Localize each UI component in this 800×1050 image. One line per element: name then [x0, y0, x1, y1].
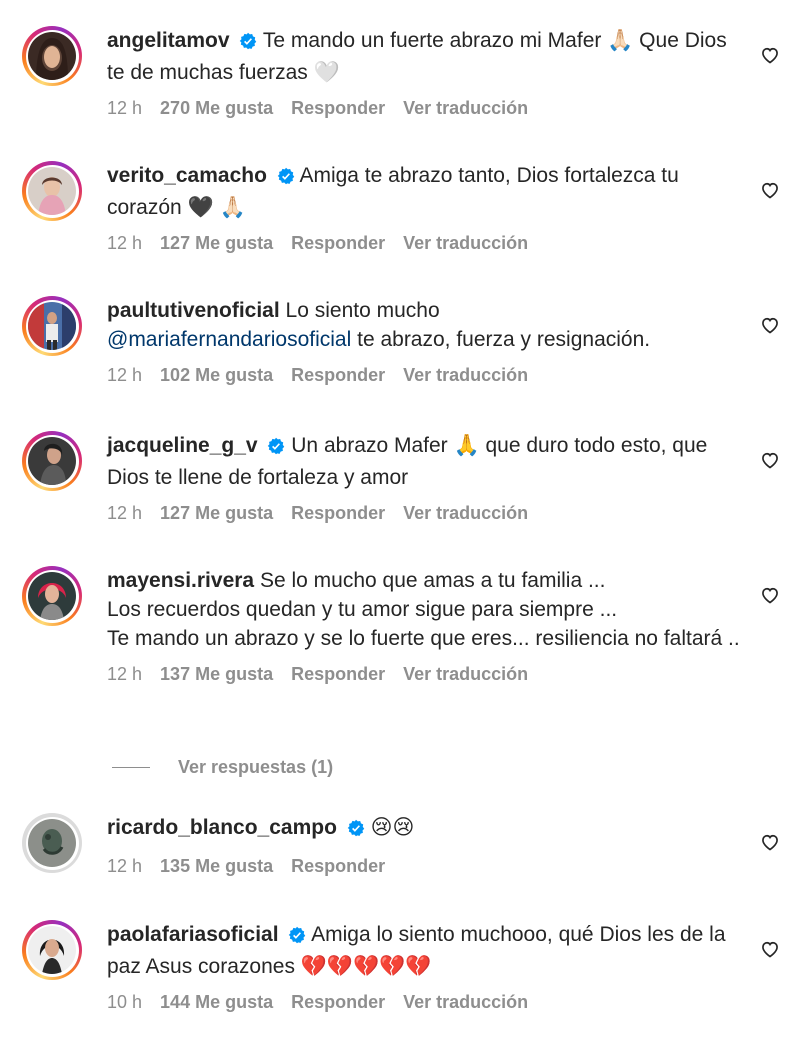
- reply-button[interactable]: Responder: [291, 664, 385, 684]
- avatar: [28, 926, 76, 974]
- avatar: [28, 32, 76, 80]
- comment-text: Te mando un abrazo y se lo fuerte que er…: [107, 627, 740, 650]
- comment-meta: 12 h 270 Me gusta Responder Ver traducción: [107, 97, 747, 119]
- comment-meta: 12 h 127 Me gusta Responder Ver traducción: [107, 232, 747, 254]
- comment-text: te abrazo, fuerza y resignación.: [357, 328, 651, 351]
- heart-outline-icon[interactable]: [760, 315, 780, 335]
- avatar: [28, 572, 76, 620]
- comment-time: 12 h: [107, 856, 143, 876]
- likes-count[interactable]: 102 Me gusta: [160, 365, 273, 385]
- verified-badge-icon: [239, 29, 257, 58]
- mention-link[interactable]: @mariafernandariosoficial: [107, 328, 351, 351]
- comment-username[interactable]: paultutivenoficial: [107, 299, 280, 322]
- likes-count[interactable]: 270 Me gusta: [160, 98, 273, 118]
- avatar: [28, 167, 76, 215]
- avatar-story-ring[interactable]: [22, 431, 82, 491]
- comment-meta: 12 h 127 Me gusta Responder Ver traducción: [107, 502, 747, 524]
- heart-outline-icon[interactable]: [760, 450, 780, 470]
- avatar-story-ring[interactable]: [22, 26, 82, 86]
- verified-badge-icon: [267, 434, 285, 463]
- comment-time: 12 h: [107, 503, 143, 523]
- likes-count[interactable]: 135 Me gusta: [160, 856, 273, 876]
- avatar-story-ring[interactable]: [22, 296, 82, 356]
- view-replies-button[interactable]: Ver respuestas (1): [112, 757, 333, 778]
- likes-count[interactable]: 127 Me gusta: [160, 233, 273, 253]
- comment-meta: 10 h 144 Me gusta Responder Ver traducción: [107, 991, 747, 1013]
- translate-button[interactable]: Ver traducción: [403, 664, 528, 684]
- heart-outline-icon[interactable]: [760, 832, 780, 852]
- comment-time: 12 h: [107, 664, 143, 684]
- comment-time: 12 h: [107, 233, 143, 253]
- comment-meta: 12 h 135 Me gusta Responder: [107, 855, 747, 877]
- verified-badge-icon: [277, 164, 295, 193]
- verified-badge-icon: [288, 923, 306, 952]
- translate-button[interactable]: Ver traducción: [403, 992, 528, 1012]
- translate-button[interactable]: Ver traducción: [403, 98, 528, 118]
- heart-outline-icon[interactable]: [760, 585, 780, 605]
- reply-button[interactable]: Responder: [291, 856, 385, 876]
- heart-outline-icon[interactable]: [760, 180, 780, 200]
- likes-count[interactable]: 144 Me gusta: [160, 992, 273, 1012]
- likes-count[interactable]: 127 Me gusta: [160, 503, 273, 523]
- reply-button[interactable]: Responder: [291, 365, 385, 385]
- view-replies-label: Ver respuestas (1): [178, 757, 334, 777]
- divider-line: [112, 767, 150, 768]
- avatar: [28, 819, 76, 867]
- translate-button[interactable]: Ver traducción: [403, 233, 528, 253]
- comment-username[interactable]: angelitamov: [107, 29, 230, 52]
- avatar: [28, 302, 76, 350]
- avatar-story-ring[interactable]: [22, 920, 82, 980]
- comment-text: Se lo mucho que amas a tu familia ...: [259, 569, 606, 592]
- avatar-story-ring[interactable]: [22, 161, 82, 221]
- heart-outline-icon[interactable]: [760, 45, 780, 65]
- translate-button[interactable]: Ver traducción: [403, 365, 528, 385]
- comment-time: 10 h: [107, 992, 143, 1012]
- translate-button[interactable]: Ver traducción: [403, 503, 528, 523]
- avatar-story-ring[interactable]: [22, 566, 82, 626]
- comment-username[interactable]: verito_camacho: [107, 164, 267, 187]
- likes-count[interactable]: 137 Me gusta: [160, 664, 273, 684]
- avatar-story-ring[interactable]: [22, 813, 82, 873]
- reply-button[interactable]: Responder: [291, 503, 385, 523]
- comment-username[interactable]: ricardo_blanco_campo: [107, 816, 337, 839]
- avatar: [28, 437, 76, 485]
- comment-meta: 12 h 102 Me gusta Responder Ver traducción: [107, 364, 747, 386]
- comment-text: 😢😢: [370, 815, 415, 839]
- heart-outline-icon[interactable]: [760, 939, 780, 959]
- reply-button[interactable]: Responder: [291, 98, 385, 118]
- comment-text: Lo siento mucho: [285, 299, 440, 322]
- comment-username[interactable]: jacqueline_g_v: [107, 434, 258, 457]
- reply-button[interactable]: Responder: [291, 992, 385, 1012]
- comment-meta: 12 h 137 Me gusta Responder Ver traducción: [107, 663, 747, 685]
- comment-username[interactable]: paolafariasoficial: [107, 923, 279, 946]
- comment-username[interactable]: mayensi.rivera: [107, 569, 254, 592]
- verified-badge-icon: [347, 816, 365, 845]
- comment-time: 12 h: [107, 365, 143, 385]
- reply-button[interactable]: Responder: [291, 233, 385, 253]
- comment-text: Los recuerdos quedan y tu amor sigue par…: [107, 598, 618, 621]
- comment-time: 12 h: [107, 98, 143, 118]
